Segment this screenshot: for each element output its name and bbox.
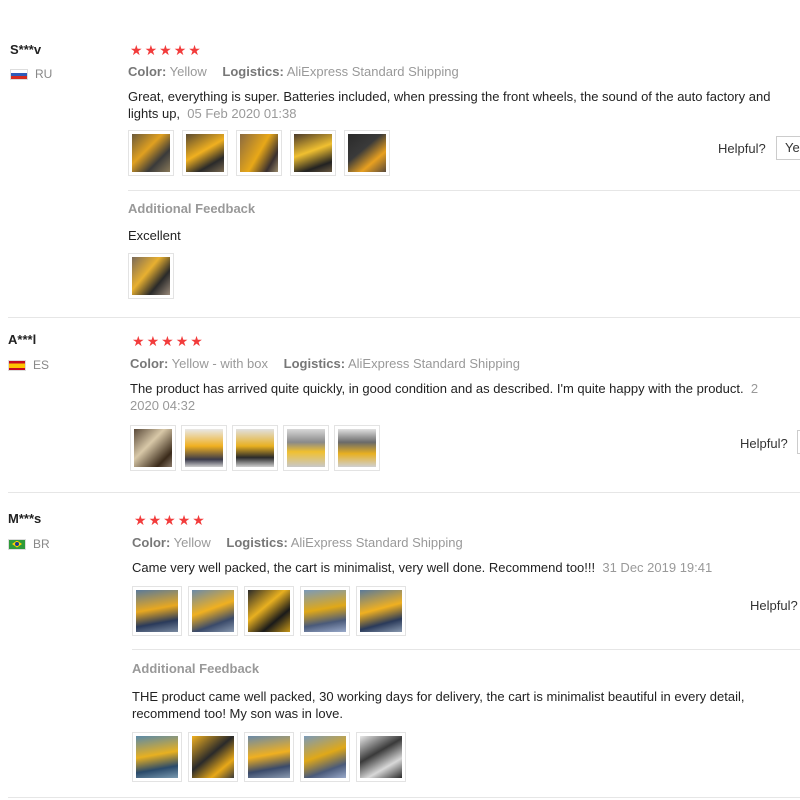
- review-photo[interactable]: [188, 586, 238, 636]
- review-text: Great, everything is super. Batteries in…: [128, 88, 800, 122]
- review-photos: [132, 586, 406, 636]
- review-photo[interactable]: [300, 732, 350, 782]
- review-date: 05 Feb 2020 01:38: [187, 106, 297, 121]
- logistics-value: AliExpress Standard Shipping: [286, 64, 459, 79]
- review-photo[interactable]: [232, 425, 278, 471]
- order-info: Color: Yellow Logistics: AliExpress Stan…: [132, 535, 463, 550]
- review-photo[interactable]: [181, 425, 227, 471]
- country-code: BR: [33, 537, 50, 551]
- logistics-value: AliExpress Standard Shipping: [347, 356, 520, 371]
- star-icon: ★: [163, 512, 176, 528]
- color-label: Color:: [130, 356, 169, 371]
- additional-feedback-title: Additional Feedback: [132, 661, 260, 676]
- brazil-flag-icon: [8, 538, 26, 550]
- star-rating: ★ ★ ★ ★ ★: [132, 334, 203, 348]
- reviewer-name: S***v: [10, 42, 42, 57]
- additional-feedback-text: THE product came well packed, 30 working…: [132, 688, 800, 722]
- order-info: Color: Yellow - with box Logistics: AliE…: [130, 356, 520, 371]
- review-photo[interactable]: [300, 586, 350, 636]
- review-divider: [8, 317, 800, 318]
- reviewer-country: ES: [8, 358, 49, 372]
- additional-feedback-text: Excellent: [128, 228, 181, 243]
- review-date: 31 Dec 2019 19:41: [602, 560, 713, 575]
- review-text-line: lights up,: [128, 106, 181, 121]
- section-divider: [132, 649, 800, 650]
- review-photo[interactable]: [188, 732, 238, 782]
- star-icon: ★: [144, 42, 158, 58]
- star-icon: ★: [134, 512, 147, 528]
- logistics-label: Logistics:: [226, 535, 288, 550]
- star-icon: ★: [175, 333, 189, 349]
- review-divider: [8, 492, 800, 493]
- additional-text-line: recommend too! My son was in love.: [132, 706, 343, 721]
- review-photo[interactable]: [356, 586, 406, 636]
- star-icon: ★: [190, 333, 203, 349]
- country-code: ES: [33, 358, 50, 372]
- review-text-line: Great, everything is super. Batteries in…: [128, 89, 771, 104]
- review-photo[interactable]: [132, 586, 182, 636]
- star-icon: ★: [177, 512, 191, 528]
- review-text-line: Came very well packed, the cart is minim…: [132, 560, 596, 575]
- reviewer-name: A***l: [8, 332, 37, 347]
- star-rating: ★ ★ ★ ★ ★: [130, 43, 201, 57]
- color-label: Color:: [132, 535, 171, 550]
- review-photos: [130, 425, 380, 471]
- review-photo[interactable]: [283, 425, 329, 471]
- reviewer-country: BR: [8, 537, 50, 551]
- review-photo[interactable]: [244, 732, 294, 782]
- helpful-label: Helpful?: [740, 436, 788, 451]
- review-photos: [128, 130, 390, 176]
- review-photo[interactable]: [236, 130, 282, 176]
- helpful-label: Helpful?: [750, 598, 798, 613]
- star-icon: ★: [188, 42, 201, 58]
- review-divider: [8, 797, 800, 798]
- spain-flag-icon: [8, 359, 26, 371]
- additional-photos: [128, 253, 174, 299]
- reviewer-country: RU: [10, 67, 52, 81]
- color-label: Color:: [128, 64, 167, 79]
- review-photo[interactable]: [132, 732, 182, 782]
- order-info: Color: Yellow Logistics: AliExpress Stan…: [128, 64, 459, 79]
- star-icon: ★: [130, 42, 143, 58]
- color-value: Yellow: [173, 535, 211, 550]
- russia-flag-icon: [10, 68, 28, 80]
- star-icon: ★: [159, 42, 172, 58]
- review-photo[interactable]: [182, 130, 228, 176]
- review-text: The product has arrived quite quickly, i…: [130, 380, 800, 414]
- section-divider: [128, 190, 800, 191]
- star-icon: ★: [161, 333, 174, 349]
- star-icon: ★: [148, 512, 162, 528]
- review-photo[interactable]: [356, 732, 406, 782]
- review-photo[interactable]: [290, 130, 336, 176]
- star-icon: ★: [132, 333, 145, 349]
- review-photo[interactable]: [244, 586, 294, 636]
- review-date: 2: [750, 381, 759, 396]
- review-photo[interactable]: [344, 130, 390, 176]
- star-icon: ★: [173, 42, 187, 58]
- color-value: Yellow: [169, 64, 207, 79]
- star-icon: ★: [146, 333, 160, 349]
- review-text: Came very well packed, the cart is minim…: [132, 559, 712, 576]
- country-code: RU: [35, 67, 53, 81]
- review-date: 2020 04:32: [130, 398, 196, 413]
- review-photo[interactable]: [334, 425, 380, 471]
- logistics-label: Logistics:: [222, 64, 284, 79]
- review-photo[interactable]: [130, 425, 176, 471]
- additional-feedback-title: Additional Feedback: [128, 201, 256, 216]
- review-photo[interactable]: [128, 253, 174, 299]
- star-icon: ★: [192, 512, 205, 528]
- color-value: Yellow - with box: [171, 356, 269, 371]
- helpful-yes-button[interactable]: Ye: [776, 136, 800, 160]
- helpful-label: Helpful?: [718, 141, 766, 156]
- review-text-line: The product has arrived quite quickly, i…: [130, 381, 744, 396]
- star-rating: ★ ★ ★ ★ ★: [134, 513, 205, 527]
- review-photo[interactable]: [128, 130, 174, 176]
- additional-text-line: THE product came well packed, 30 working…: [132, 689, 745, 704]
- logistics-label: Logistics:: [283, 356, 346, 371]
- additional-photos: [132, 732, 406, 782]
- logistics-value: AliExpress Standard Shipping: [290, 535, 463, 550]
- reviewer-name: M***s: [8, 511, 42, 526]
